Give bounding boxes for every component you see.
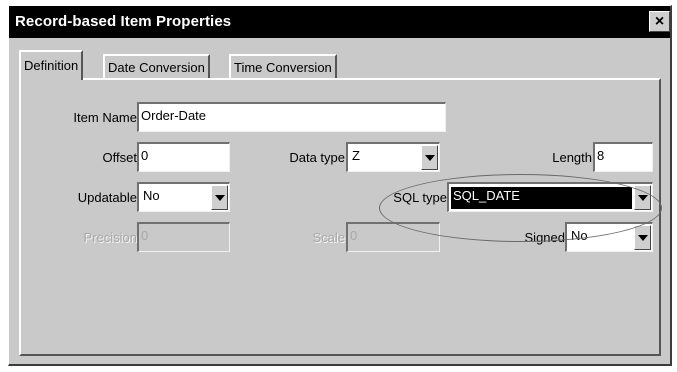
title-bar[interactable]: Record-based Item Properties × [9,6,670,38]
length-input[interactable]: 8 [593,142,653,172]
offset-label: Offset [102,150,137,165]
scale-label: Scale [312,230,345,245]
offset-input[interactable]: 0 [137,142,230,172]
signed-value: No [571,228,588,243]
properties-dialog: Record-based Item Properties × Definitio… [8,5,672,366]
data-type-value: Z [352,148,360,163]
data-type-select[interactable]: Z [346,142,440,172]
signed-select[interactable]: No [565,222,653,252]
tab-date-conversion[interactable]: Date Conversion [103,54,210,79]
window-title: Record-based Item Properties [15,13,232,30]
precision-label: Precision [83,230,137,245]
tab-label: Time Conversion [234,60,332,75]
signed-label: Signed [524,230,565,245]
chevron-down-icon[interactable] [421,145,438,170]
sql-type-select[interactable]: SQL_DATE [447,182,653,212]
updatable-label: Updatable [77,190,137,205]
tab-time-conversion[interactable]: Time Conversion [229,54,337,79]
precision-input: 0 [137,222,230,252]
chevron-down-icon[interactable] [634,225,651,250]
tab-definition[interactable]: Definition [19,50,84,80]
chevron-down-icon[interactable] [211,185,228,210]
item-name-input[interactable]: Order-Date [137,102,446,132]
data-type-label: Data type [289,150,345,165]
tab-label: Definition [24,58,79,73]
updatable-select[interactable]: No [137,182,230,212]
item-name-label: Item Name [73,110,137,125]
close-button[interactable]: × [649,11,670,32]
length-label: Length [552,150,592,165]
close-icon: × [654,13,665,30]
updatable-value: No [143,188,160,203]
sql-type-value: SQL_DATE [451,187,632,209]
sql-type-label: SQL type [393,190,447,205]
chevron-down-icon[interactable] [634,185,651,210]
scale-input: 0 [346,222,440,252]
tab-label: Date Conversion [108,60,205,75]
